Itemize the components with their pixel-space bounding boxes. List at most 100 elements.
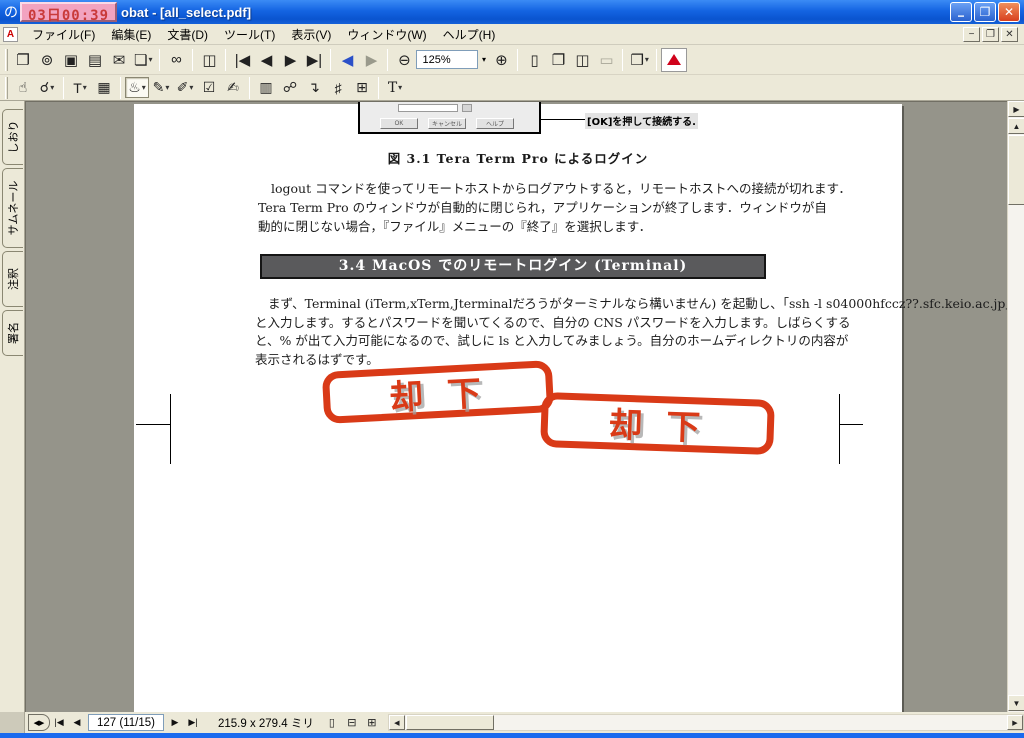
pdf-page[interactable]: OK キャンセル ヘルプ [OK]を押して接続する. 図 3.1 Tera Te… [134,104,902,712]
vertical-scrollbar[interactable]: ▶ ▲ ▼ [1007,101,1024,712]
open-web-page-button[interactable]: ⊚ [35,48,59,72]
link-icon: ☍ [283,79,297,96]
tab-thumbnails[interactable]: サムネール [2,168,23,248]
export-icon: ❏ [134,51,147,69]
link-tool-button[interactable]: ☍ [278,77,302,98]
tab-comments[interactable]: 注釈 [2,251,23,307]
go-back-button[interactable]: ◀ [335,48,359,72]
email-button[interactable]: ✉ [107,48,131,72]
paragraph-macos: まず、Terminal (iTerm,xTerm,Jterminalだろうがター… [255,295,1007,369]
status-prev-page-button[interactable]: ◀ [68,714,86,731]
menu-view[interactable]: 表示(V) [283,23,339,46]
export-button[interactable]: ❏▾ [131,48,155,72]
scroll-right-button[interactable]: ▶ [1007,715,1023,730]
menu-document[interactable]: 文書(D) [159,23,216,46]
save-icon: ▣ [64,51,78,69]
status-last-page-button[interactable]: ▶| [184,714,202,731]
graphic-select-tool-button[interactable]: ▦ [92,77,116,98]
actual-size-icon: ▯ [530,51,538,69]
toolbar-overflow-button[interactable]: ▶ [1008,101,1024,117]
crop-tool-button[interactable]: ♯ [326,77,350,98]
zoom-dropdown[interactable]: ▾ [478,50,489,69]
forward-icon: ▶ [366,51,378,69]
menu-edit[interactable]: 編集(E) [103,23,159,46]
tab-bookmarks-label: しおり [5,121,21,154]
zoom-in-button[interactable]: ⊕ [489,48,513,72]
fit-visible-icon: ▭ [599,51,613,69]
toolbar-grip[interactable] [5,77,8,99]
fit-page-button[interactable]: ❐ [546,48,570,72]
restore-button[interactable]: ❐ [974,2,996,22]
print-button[interactable]: ▤ [83,48,107,72]
zoom-tool-button[interactable]: ☌▾ [35,77,59,98]
form-tool-button[interactable]: ⊞ [350,77,374,98]
document-area[interactable]: OK キャンセル ヘルプ [OK]を押して接続する. 図 3.1 Tera Te… [25,101,1007,712]
first-page-button[interactable]: |◀ [230,48,254,72]
highlight-tool-button[interactable]: ✐▾ [173,77,197,98]
status-first-page-button[interactable]: |◀ [50,714,68,731]
crop-mark [839,424,863,425]
text-line: と入力します。するとパスワードを聞いてくるので、自分の CNS パスワードを入力… [255,314,1007,333]
scroll-left-button[interactable]: ◀ [389,715,405,730]
tab-signatures[interactable]: 署名 [2,310,23,356]
find-button[interactable]: ∞ [164,48,188,72]
last-page-button[interactable]: ▶| [302,48,326,72]
rotate-view-button[interactable]: ❒▾ [627,48,651,72]
menu-help[interactable]: ヘルプ(H) [435,23,504,46]
pencil-tool-button[interactable]: ✎▾ [149,77,173,98]
hand-icon: ☝ [19,79,28,96]
page-number-field[interactable]: 127 (11/15) [88,714,164,731]
prev-page-button[interactable]: ◀ [254,48,278,72]
article-tool-button[interactable]: ↴ [302,77,326,98]
open-button[interactable]: ❐ [11,48,35,72]
horizontal-scrollbar[interactable]: ◀ ▶ [388,714,1024,731]
touchup-text-button[interactable]: T▾ [383,77,407,98]
text-select-icon: T [73,80,82,96]
fit-width-button[interactable]: ◫ [570,48,594,72]
nav-pane-button[interactable]: ◫ [197,48,221,72]
stamp-tool-button[interactable]: ♨▾ [125,77,149,98]
hand-tool-button[interactable]: ☝ [11,77,35,98]
menu-bar: A ファイル(F) 編集(E) 文書(D) ツール(T) 表示(V) ウィンドウ… [0,24,1024,45]
spellcheck-button[interactable]: ☑ [197,77,221,98]
adobe-online-button[interactable] [661,48,687,72]
section-header: 3.4 MacOS でのリモートログイン (Terminal) [260,254,766,279]
movie-tool-button[interactable]: ▥ [254,77,278,98]
menu-tools[interactable]: ツール(T) [216,23,283,46]
vertical-scroll-thumb[interactable] [1008,135,1024,205]
chevron-down-icon: ▾ [83,83,87,92]
movie-icon: ▥ [259,79,272,96]
zoom-level-field[interactable]: 125% [416,50,478,69]
horizontal-scroll-thumb[interactable] [406,715,494,730]
scroll-up-button[interactable]: ▲ [1008,118,1024,134]
save-button[interactable]: ▣ [59,48,83,72]
rejected-stamp-1[interactable]: 却 下 [322,360,554,424]
timestamp-overlay: 03日00:39 [20,2,117,22]
splitter-toggle-button[interactable]: ◀▶ [28,714,50,731]
rejected-stamp-2[interactable]: 却 下 [540,392,775,455]
continuous-mode-button[interactable]: ⊟ [342,714,362,731]
zoom-out-button[interactable]: ⊖ [392,48,416,72]
prev-page-icon: ◀ [261,51,273,69]
next-page-button[interactable]: ▶ [278,48,302,72]
chevron-down-icon: ▾ [189,83,193,92]
minimize-button[interactable]: − [950,2,972,22]
close-button[interactable]: ✕ [998,2,1020,22]
toolbar-grip[interactable] [5,49,8,71]
status-next-page-button[interactable]: ▶ [166,714,184,731]
fit-visible-button[interactable]: ▭ [594,48,618,72]
menu-file[interactable]: ファイル(F) [24,23,103,46]
signature-tool-button[interactable]: ✍ [221,77,245,98]
single-page-mode-button[interactable]: ▯ [322,714,342,731]
facing-mode-button[interactable]: ⊞ [362,714,382,731]
acrobat-icon[interactable]: A [3,27,18,42]
scroll-down-button[interactable]: ▼ [1008,695,1024,711]
go-forward-button[interactable]: ▶ [359,48,383,72]
mdi-minimize-button[interactable]: − [963,27,980,42]
tab-bookmarks[interactable]: しおり [2,109,23,165]
actual-size-button[interactable]: ▯ [522,48,546,72]
menu-window[interactable]: ウィンドウ(W) [339,23,434,46]
mdi-restore-button[interactable]: ❐ [982,27,999,42]
mdi-close-button[interactable]: ✕ [1001,27,1018,42]
text-select-tool-button[interactable]: T▾ [68,77,92,98]
